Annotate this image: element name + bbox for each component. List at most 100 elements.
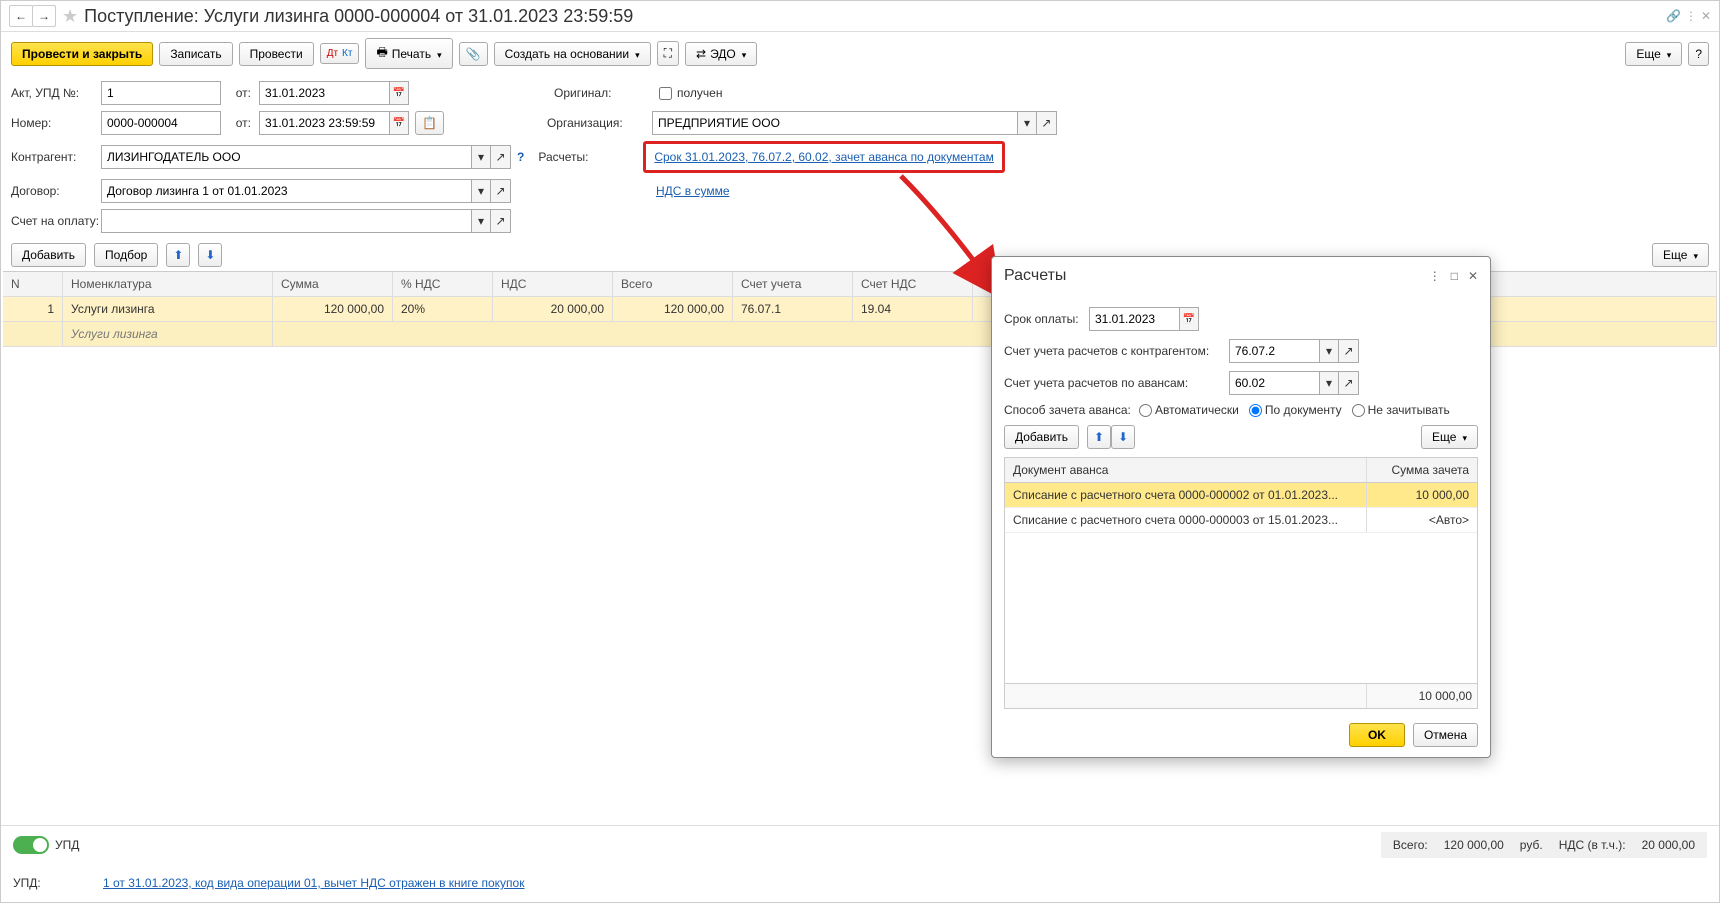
nds-value: 20 000,00: [1642, 838, 1695, 852]
dropdown-icon[interactable]: ▾: [471, 209, 491, 233]
original-label: Оригинал:: [554, 86, 659, 100]
date-extra-button[interactable]: 📋: [415, 111, 444, 135]
col-ndsrate: % НДС: [393, 272, 493, 297]
calendar-icon[interactable]: [1179, 307, 1199, 331]
acc1-label: Счет учета расчетов с контрагентом:: [1004, 344, 1229, 358]
dt-kt-button[interactable]: ДтКт: [320, 43, 360, 64]
num-date-input[interactable]: [259, 111, 389, 135]
popup-move-up-button[interactable]: [1087, 425, 1111, 449]
nds-label: НДС (в т.ч.):: [1559, 838, 1626, 852]
col-acc: Счет учета: [733, 272, 853, 297]
col-doc: Документ аванса: [1005, 458, 1367, 482]
dropdown-icon[interactable]: ▾: [1017, 111, 1037, 135]
calc-link[interactable]: Срок 31.01.2023, 76.07.2, 60.02, зачет а…: [654, 150, 994, 164]
calculations-popup: Расчеты ⋮ □ ✕ Срок оплаты: Счет учета ра…: [991, 256, 1491, 758]
open-icon[interactable]: ↗: [491, 209, 511, 233]
popup-maximize-icon[interactable]: □: [1451, 269, 1458, 283]
from-label-2: от:: [221, 116, 251, 130]
col-nom: Номенклатура: [63, 272, 273, 297]
advance-total: 10 000,00: [1367, 684, 1477, 708]
save-button[interactable]: Записать: [159, 42, 232, 66]
due-input[interactable]: [1089, 307, 1179, 331]
akt-date-input[interactable]: [259, 81, 389, 105]
popup-more-button[interactable]: Еще: [1421, 425, 1478, 449]
close-icon[interactable]: ✕: [1701, 9, 1711, 23]
favorite-star-icon[interactable]: ★: [62, 6, 78, 27]
col-total: Всего: [613, 272, 733, 297]
open-icon[interactable]: ↗: [1339, 371, 1359, 395]
open-icon[interactable]: ↗: [1037, 111, 1057, 135]
add-row-button[interactable]: Добавить: [11, 243, 86, 267]
col-ndsacc: Счет НДС: [853, 272, 973, 297]
table-more-button[interactable]: Еще: [1652, 243, 1709, 267]
acc2-input[interactable]: [1229, 371, 1319, 395]
advance-row[interactable]: Списание с расчетного счета 0000-000003 …: [1005, 508, 1477, 533]
currency: руб.: [1520, 838, 1543, 852]
dropdown-icon[interactable]: ▾: [471, 145, 491, 169]
dropdown-icon[interactable]: ▾: [471, 179, 491, 203]
help-icon[interactable]: ?: [517, 150, 524, 164]
from-label-1: от:: [221, 86, 251, 100]
nav-forward-button[interactable]: →: [32, 5, 56, 27]
popup-move-down-button[interactable]: [1111, 425, 1135, 449]
print-button[interactable]: 🖶 Печать: [365, 38, 452, 69]
attach-button[interactable]: 📎: [459, 42, 488, 66]
open-icon[interactable]: ↗: [1339, 339, 1359, 363]
method-label: Способ зачета аванса:: [1004, 403, 1139, 417]
dropdown-icon[interactable]: ▾: [1319, 371, 1339, 395]
due-label: Срок оплаты:: [1004, 312, 1089, 326]
acc2-label: Счет учета расчетов по авансам:: [1004, 376, 1229, 390]
num-label: Номер:: [11, 116, 101, 130]
cancel-button[interactable]: Отмена: [1413, 723, 1478, 747]
upd-link[interactable]: 1 от 31.01.2023, код вида операции 01, в…: [103, 876, 524, 890]
total-label: Всего:: [1393, 838, 1428, 852]
akt-label: Акт, УПД №:: [11, 86, 101, 100]
upd-label: УПД:: [13, 876, 103, 890]
org-label: Организация:: [547, 116, 652, 130]
help-button[interactable]: ?: [1688, 42, 1709, 66]
more-button[interactable]: Еще: [1625, 42, 1682, 66]
advance-row[interactable]: Списание с расчетного счета 0000-000002 …: [1005, 483, 1477, 508]
contract-input[interactable]: [101, 179, 471, 203]
num-input[interactable]: [101, 111, 221, 135]
col-nds: НДС: [493, 272, 613, 297]
method-none-radio[interactable]: [1352, 404, 1365, 417]
contract-label: Договор:: [11, 184, 101, 198]
method-auto-radio[interactable]: [1139, 404, 1152, 417]
invoice-label: Счет на оплату:: [11, 214, 101, 228]
popup-close-icon[interactable]: ✕: [1468, 269, 1478, 283]
open-icon[interactable]: ↗: [491, 145, 511, 169]
invoice-input[interactable]: [101, 209, 471, 233]
nav-back-button[interactable]: ←: [9, 5, 33, 27]
post-and-close-button[interactable]: Провести и закрыть: [11, 42, 153, 66]
popup-add-button[interactable]: Добавить: [1004, 425, 1079, 449]
popup-menu-icon[interactable]: ⋮: [1429, 269, 1441, 283]
pick-button[interactable]: Подбор: [94, 243, 158, 267]
related-button[interactable]: ⛶: [657, 41, 679, 66]
link-icon[interactable]: 🔗: [1666, 9, 1681, 23]
window-title: Поступление: Услуги лизинга 0000-000004 …: [84, 6, 633, 27]
acc1-input[interactable]: [1229, 339, 1319, 363]
edo-button[interactable]: ⇄ ЭДО: [685, 42, 757, 66]
advance-table: Документ аванса Сумма зачета Списание с …: [1004, 457, 1478, 709]
move-up-button[interactable]: [166, 243, 190, 267]
ok-button[interactable]: OK: [1349, 723, 1405, 747]
create-based-button[interactable]: Создать на основании: [494, 42, 651, 66]
akt-no-input[interactable]: [101, 81, 221, 105]
dropdown-icon[interactable]: ▾: [1319, 339, 1339, 363]
upd-toggle[interactable]: [13, 836, 49, 854]
received-checkbox[interactable]: [659, 87, 672, 100]
counter-input[interactable]: [101, 145, 471, 169]
move-down-button[interactable]: [198, 243, 222, 267]
post-button[interactable]: Провести: [239, 42, 314, 66]
col-sum: Сумма зачета: [1367, 458, 1477, 482]
nds-link[interactable]: НДС в сумме: [656, 184, 730, 198]
col-sum: Сумма: [273, 272, 393, 297]
menu-dots-icon[interactable]: ⋮: [1685, 9, 1697, 23]
org-input[interactable]: [652, 111, 1017, 135]
method-doc-radio[interactable]: [1249, 404, 1262, 417]
calendar-icon[interactable]: [389, 111, 409, 135]
calendar-icon[interactable]: [389, 81, 409, 105]
col-n: N: [3, 272, 63, 297]
open-icon[interactable]: ↗: [491, 179, 511, 203]
